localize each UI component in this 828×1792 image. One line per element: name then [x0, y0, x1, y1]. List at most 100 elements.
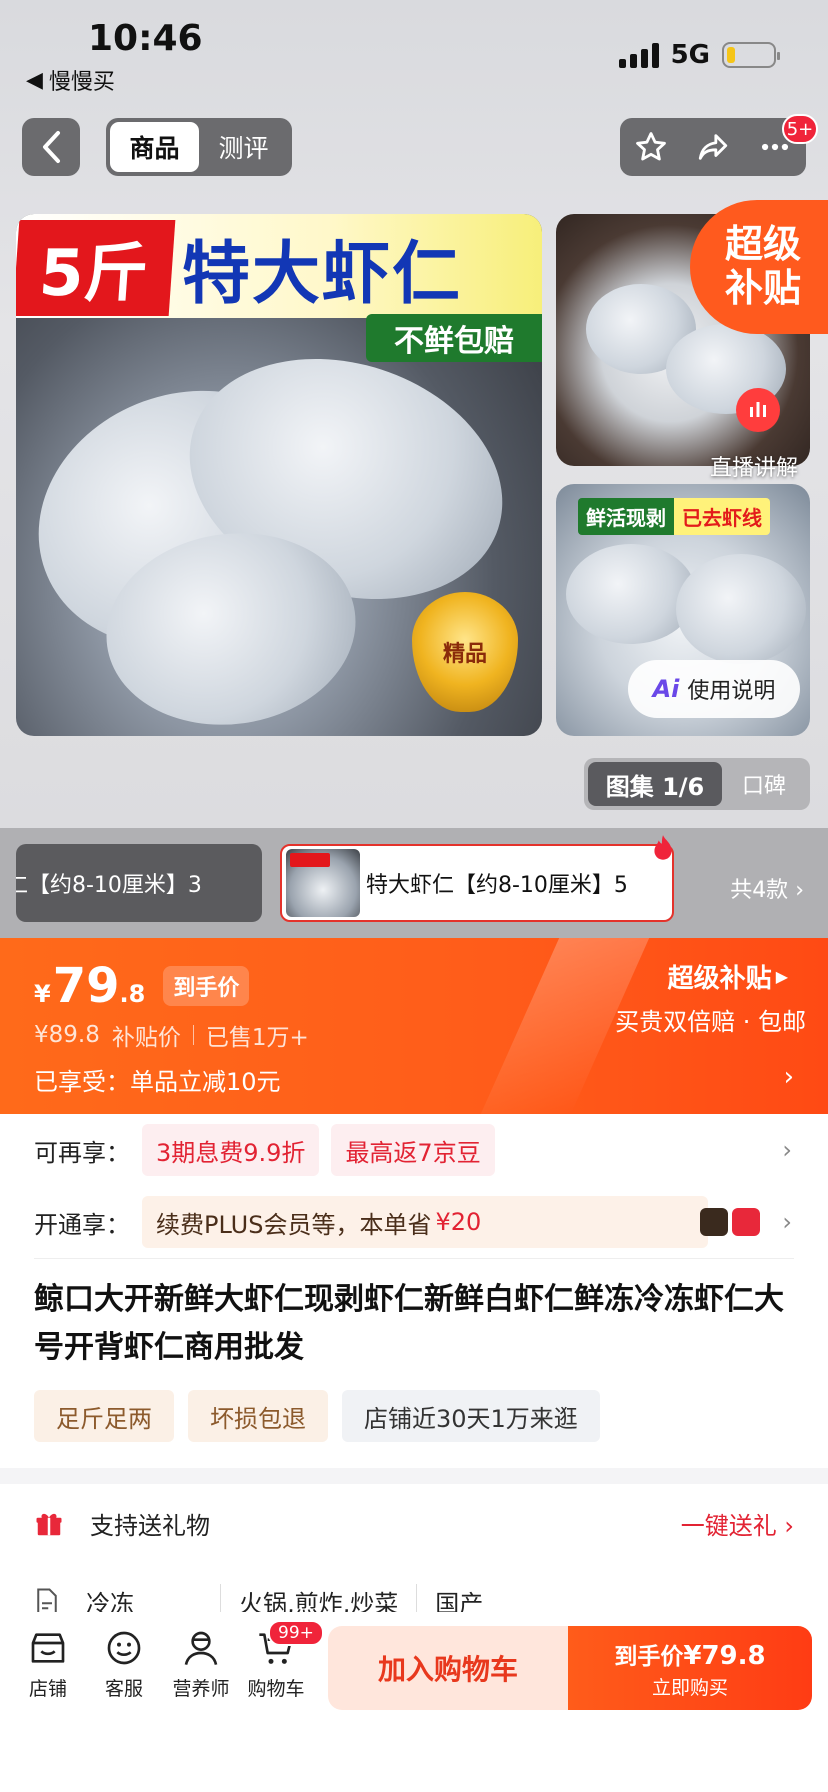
super-subsidy-badge[interactable]: 超级 补贴 — [690, 200, 828, 334]
plus-offer-saving: ¥20 — [435, 1208, 482, 1236]
star-icon[interactable] — [634, 130, 668, 164]
sku-thumbnail — [286, 849, 360, 917]
customer-service-label: 客服 — [104, 1678, 143, 1700]
buy-now-label: 立即购买 — [651, 1676, 728, 1699]
network-label: 5G — [670, 40, 710, 70]
fresh-tag: 鲜活现剥 已去虾线 — [578, 498, 770, 535]
live-explain-label[interactable]: 直播讲解 — [710, 450, 798, 482]
nutritionist-button[interactable]: 营养师 — [165, 1628, 237, 1701]
chat-face-icon — [107, 1631, 141, 1665]
gift-row[interactable]: 支持送礼物 一键送礼 › — [34, 1506, 794, 1541]
banner-guarantee: 不鲜包赔 — [366, 314, 542, 362]
tab-product[interactable]: 商品 — [110, 122, 199, 172]
sku-option-prev[interactable]: 仁【约8-10厘米】3 — [16, 844, 262, 922]
reputation-tab[interactable]: 口碑 — [722, 768, 806, 800]
nutritionist-label: 营养师 — [172, 1678, 230, 1700]
send-gift-link[interactable]: 一键送礼 › — [681, 1506, 794, 1541]
tag-full-weight[interactable]: 足斤足两 — [34, 1390, 174, 1442]
divider — [34, 1258, 794, 1259]
cart-label: 购物车 — [247, 1678, 305, 1700]
super-subsidy-title: 超级补贴 — [667, 964, 772, 994]
promo-label: 开通享： — [34, 1210, 130, 1239]
super-subsidy-link[interactable]: 超级补贴 ▶ — [668, 958, 788, 995]
usage-guide-button[interactable]: Ai 使用说明 — [628, 660, 800, 718]
crown-icon — [700, 1208, 728, 1236]
fresh-tag-green: 鲜活现剥 — [578, 498, 674, 535]
sku-count-link[interactable]: 共4款 › — [730, 872, 804, 904]
promo-row-extra[interactable]: 可再享： 3期息费9.9折 最高返7京豆 — [34, 1124, 495, 1176]
plus-icons — [700, 1208, 760, 1236]
quality-seal: 精品 — [412, 592, 518, 712]
card-icon — [732, 1208, 760, 1236]
flame-icon — [654, 835, 672, 860]
ai-icon: Ai — [652, 675, 680, 703]
cart-count-badge: 99+ — [268, 1620, 324, 1646]
back-to-app[interactable]: ◀ 慢慢买 — [26, 64, 115, 96]
product-gallery-hero: 10:46 ◀ 慢慢买 5G 商品 测评 5+ 5斤 特大虾仁 不鲜包赔 精品 — [0, 0, 828, 828]
back-app-label: 慢慢买 — [48, 70, 115, 95]
tag-damage-refund[interactable]: 坏损包退 — [188, 1390, 328, 1442]
divider — [192, 1025, 194, 1045]
final-price-tag: 到手价 — [163, 966, 250, 1006]
plus-offer-text: 续费PLUS会员等，本单省 — [156, 1210, 432, 1239]
price-symbol: ¥ — [34, 980, 51, 1008]
price-integer: 79 — [52, 958, 120, 1014]
tag-store-visits[interactable]: 店铺近30天1万来逛 — [342, 1390, 600, 1442]
sold-count: 已售1万+ — [205, 1025, 309, 1051]
chevron-right-icon[interactable]: › — [782, 1208, 792, 1236]
sku-option-selected[interactable]: 特大虾仁【约8-10厘米】5 — [280, 844, 674, 922]
discount-applied[interactable]: 已享受：单品立减10元 — [34, 1062, 281, 1097]
original-price-label: 补贴价 — [111, 1025, 181, 1051]
buy-now-price-line: 到手价¥79.8 — [614, 1637, 765, 1671]
add-to-cart-button[interactable]: 加入购物车 — [328, 1626, 568, 1710]
person-icon — [184, 1631, 218, 1666]
price-banner: ¥ 79 .8 到手价 ¥89.8 补贴价 已售1万+ 已享受：单品立减10元 … — [0, 938, 828, 1114]
original-price: ¥89.8 — [34, 1022, 100, 1048]
shrimp-shape — [566, 544, 696, 644]
product-info-card: 可再享： 3期息费9.9折 最高返7京豆 › 开通享： 续费PLUS会员等，本单… — [0, 1114, 828, 1468]
chevron-left-icon — [43, 131, 60, 163]
tab-review[interactable]: 测评 — [199, 122, 288, 172]
buy-now-price-label: 到手价 — [614, 1643, 684, 1670]
price-decimal: .8 — [119, 980, 146, 1008]
sku-option-label: 特大虾仁【约8-10厘米】5 — [366, 873, 628, 898]
live-bars-icon — [750, 402, 766, 417]
triangle-right-icon: ▶ — [775, 967, 788, 986]
customer-service-button[interactable]: 客服 — [88, 1628, 160, 1701]
back-button[interactable] — [22, 118, 80, 176]
share-icon[interactable] — [696, 130, 730, 164]
main-product-image[interactable]: 5斤 特大虾仁 不鲜包赔 精品 — [16, 214, 542, 736]
promo-row-plus[interactable]: 开通享： 续费PLUS会员等，本单省 ¥20 — [34, 1196, 708, 1248]
store-label: 店铺 — [28, 1678, 67, 1700]
bottom-action-bar: 店铺 客服 营养师 购物车 99+ 加入购物车 到手价¥79.8 立即购买 — [0, 1612, 828, 1722]
promo-installment[interactable]: 3期息费9.9折 — [142, 1124, 320, 1176]
plus-member-offer[interactable]: 续费PLUS会员等，本单省 ¥20 — [142, 1196, 708, 1248]
fresh-tag-yellow: 已去虾线 — [674, 498, 770, 535]
sku-option-label: 仁【约8-10厘米】3 — [16, 873, 202, 898]
back-triangle-icon: ◀ — [26, 67, 43, 93]
store-button[interactable]: 店铺 — [12, 1628, 84, 1701]
status-indicators: 5G — [618, 40, 780, 70]
subsidy-line2: 补贴 — [724, 266, 801, 310]
subsidy-line1: 超级 — [724, 222, 801, 267]
final-price: ¥ 79 .8 到手价 — [34, 958, 250, 1014]
sku-selector: 仁【约8-10厘米】3 特大虾仁【约8-10厘米】5 共4款 › — [0, 828, 828, 938]
battery-icon — [722, 42, 780, 68]
gallery-counter[interactable]: 图集 1/6 — [588, 762, 722, 806]
promo-beans[interactable]: 最高返7京豆 — [331, 1124, 495, 1176]
banner-title: 特大虾仁 — [182, 235, 463, 314]
super-subsidy-subtitle: 买贵双倍赔 · 包邮 — [615, 1008, 806, 1036]
buy-now-button[interactable]: 到手价¥79.8 立即购买 — [568, 1626, 812, 1710]
gift-icon — [36, 1513, 62, 1535]
signal-icon — [618, 42, 659, 68]
status-time: 10:46 — [88, 18, 203, 59]
chevron-right-icon[interactable]: › — [782, 1136, 792, 1164]
chevron-right-icon[interactable]: › — [784, 1062, 794, 1092]
header-actions — [620, 118, 806, 176]
usage-guide-label: 使用说明 — [687, 679, 776, 704]
product-tags: 足斤足两 坏损包退 店铺近30天1万来逛 — [34, 1390, 600, 1442]
shrimp-shape — [676, 554, 806, 664]
live-stream-icon[interactable] — [736, 388, 780, 432]
gift-label: 支持送礼物 — [90, 1512, 210, 1540]
banner-weight: 5斤 — [16, 220, 176, 316]
